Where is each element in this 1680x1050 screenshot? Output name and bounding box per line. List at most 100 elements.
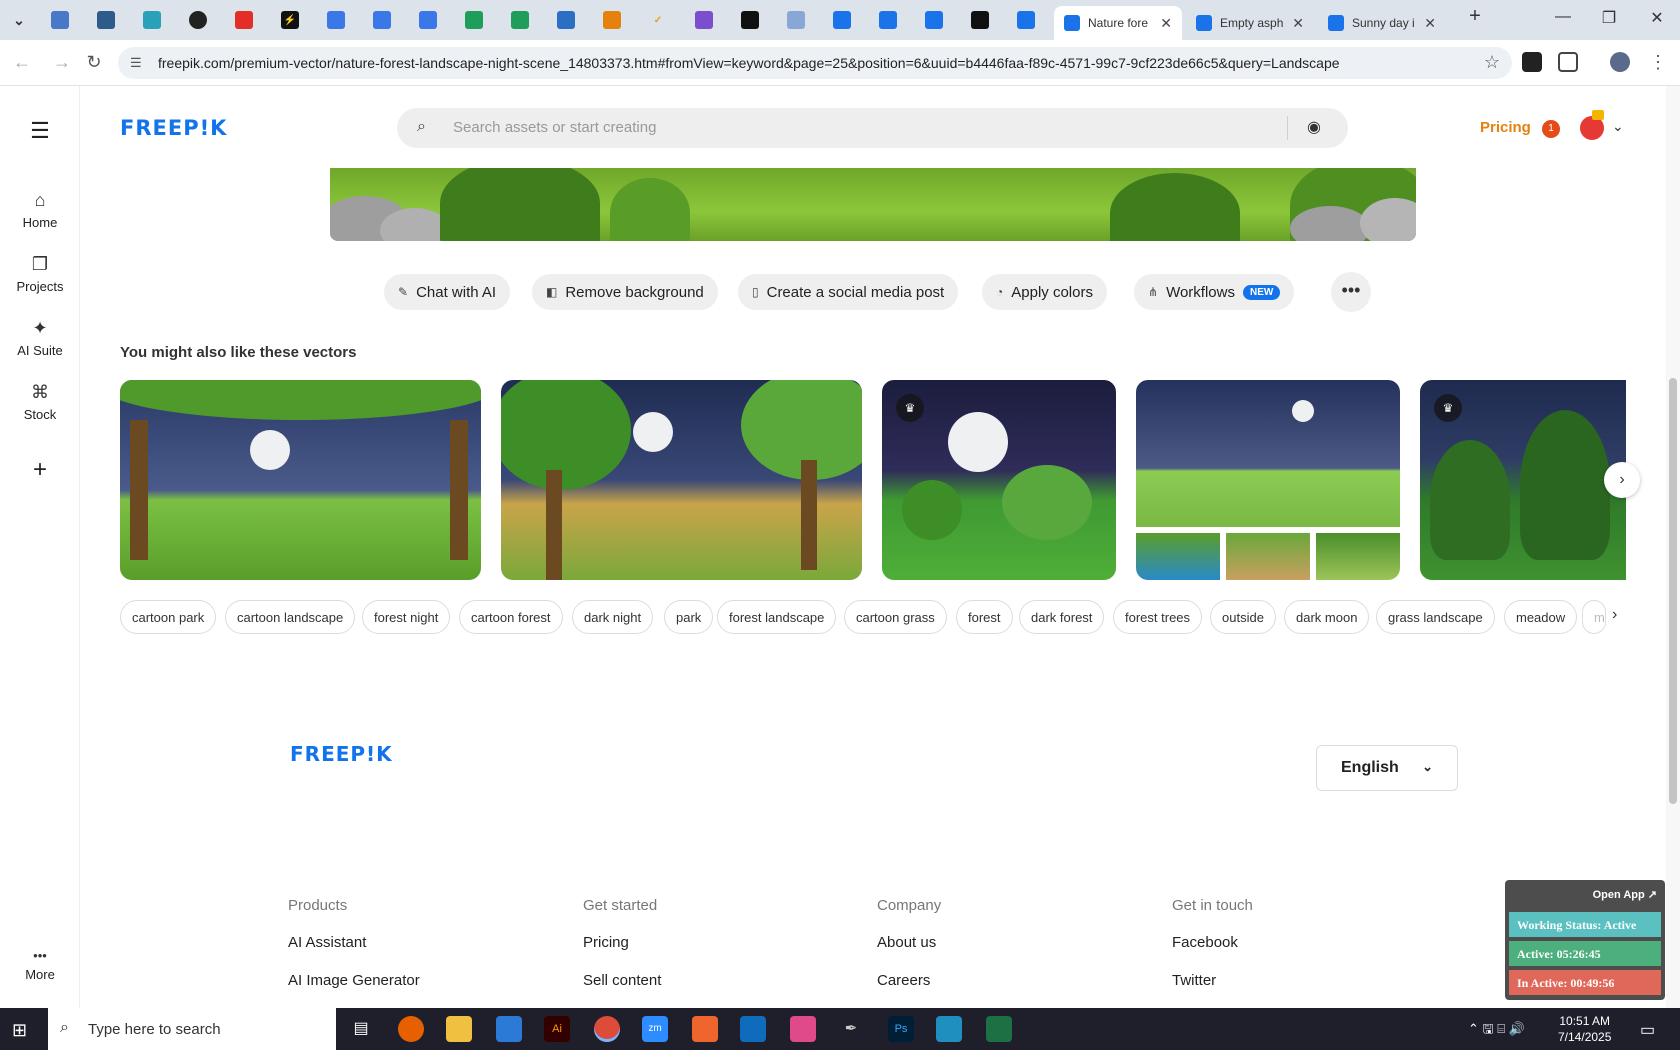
extension-icon[interactable] (1522, 52, 1542, 72)
pinned-tab-icon[interactable] (741, 11, 759, 29)
page-scrollbar[interactable] (1666, 86, 1680, 1008)
site-info-icon[interactable]: ☰ (130, 55, 142, 71)
sheets-tab-icon[interactable] (511, 11, 529, 29)
footer-link[interactable]: Sell content (583, 972, 661, 989)
apply-colors-button[interactable]: ◔ Apply colors (982, 274, 1107, 310)
open-app-link[interactable]: Open App ↗ (1593, 888, 1657, 901)
carousel-next-button[interactable]: › (1604, 462, 1640, 498)
new-tab-button[interactable]: + (1452, 5, 1498, 28)
pinned-tab-icon[interactable] (189, 11, 207, 29)
tags-next-icon[interactable]: › (1612, 606, 1617, 624)
task-view-icon[interactable]: ▤ (348, 1016, 374, 1042)
tag-chip[interactable]: forest landscape (717, 600, 837, 634)
tag-chip[interactable]: cartoon landscape (225, 600, 356, 634)
back-button[interactable]: ← (10, 52, 34, 73)
taskbar-search-input[interactable]: Type here to search (88, 1021, 221, 1038)
tag-chip[interactable]: m (1582, 600, 1606, 634)
docs-tab-icon[interactable] (327, 11, 345, 29)
profile-avatar[interactable] (1610, 52, 1630, 72)
remove-background-button[interactable]: ◧ Remove background (532, 274, 718, 310)
tag-chip[interactable]: cartoon forest (459, 600, 563, 634)
tag-chip[interactable]: meadow (1504, 600, 1578, 634)
footer-freepik-logo[interactable]: FREEP!K (290, 742, 393, 766)
url-field[interactable]: ☰ freepik.com/premium-vector/nature-fore… (118, 47, 1512, 79)
tag-chip[interactable]: dark night (572, 600, 654, 634)
pinned-tab-icon[interactable] (557, 11, 575, 29)
chat-with-ai-button[interactable]: ✎ Chat with AI (384, 274, 511, 310)
chevron-down-icon[interactable]: ⌄ (1612, 118, 1624, 135)
sidebar-item-stock[interactable]: ⌘ Stock (0, 382, 80, 422)
pinned-tab-icon[interactable] (603, 11, 621, 29)
creative-cloud-icon[interactable] (790, 1016, 816, 1042)
freepik-logo[interactable]: FREEP!K (120, 116, 227, 140)
close-tab-icon[interactable]: ✕ (1292, 15, 1304, 32)
pinned-tab-icon[interactable] (925, 11, 943, 29)
minimize-button[interactable]: — (1540, 8, 1586, 26)
tag-chip[interactable]: dark moon (1284, 600, 1370, 634)
app-icon[interactable] (936, 1016, 962, 1042)
sheets-tab-icon[interactable] (465, 11, 483, 29)
browser-menu-icon[interactable]: ⋮ (1646, 52, 1670, 73)
tag-chip[interactable]: outside (1210, 600, 1276, 634)
pinned-tab-icon[interactable] (51, 11, 69, 29)
social-media-post-button[interactable]: ▯ Create a social media post (738, 274, 959, 310)
tag-chip[interactable]: dark forest (1019, 600, 1105, 634)
footer-link[interactable]: Facebook (1172, 934, 1238, 951)
pinned-tab-icon[interactable] (97, 11, 115, 29)
footer-link[interactable]: Careers (877, 972, 930, 989)
pinned-tab-icon[interactable] (833, 11, 851, 29)
youtube-tab-icon[interactable] (235, 11, 253, 29)
xampp-icon[interactable] (692, 1016, 718, 1042)
notification-badge[interactable]: 1 (1542, 120, 1560, 138)
close-window-button[interactable]: ✕ (1634, 8, 1680, 28)
tag-chip[interactable]: cartoon park (120, 600, 217, 634)
illustrator-icon[interactable]: Ai (544, 1016, 570, 1042)
pen-tool-icon[interactable]: ✒ (838, 1016, 864, 1042)
camera-search-icon[interactable]: ◉ (1307, 117, 1321, 137)
footer-link[interactable]: AI Assistant (288, 934, 366, 951)
related-card[interactable] (120, 380, 481, 580)
tag-chip[interactable]: forest (956, 600, 1013, 634)
zoom-icon[interactable]: zm (642, 1016, 668, 1042)
hamburger-menu-icon[interactable]: ☰ (0, 118, 80, 144)
footer-link[interactable]: About us (877, 934, 936, 951)
pinned-tab-icon[interactable] (971, 11, 989, 29)
bookmark-star-icon[interactable]: ☆ (1484, 52, 1500, 73)
pinned-tab-icon[interactable] (143, 11, 161, 29)
pinned-tab-icon[interactable] (787, 11, 805, 29)
workflows-button[interactable]: ⋔ Workflows NEW (1134, 274, 1295, 310)
windows-start-icon[interactable]: ⊞ (12, 1020, 27, 1041)
footer-link[interactable]: Twitter (1172, 972, 1216, 989)
excel-icon[interactable] (986, 1016, 1012, 1042)
taskbar-clock[interactable]: 10:51 AM 7/14/2025 (1558, 1013, 1611, 1045)
sidebar-item-more[interactable]: ••• More (0, 948, 80, 982)
extensions-puzzle-icon[interactable] (1558, 52, 1578, 72)
tab-search-button[interactable]: ⌄ (10, 11, 28, 29)
close-tab-icon[interactable]: ✕ (1424, 15, 1436, 32)
tag-chip[interactable]: forest night (362, 600, 451, 634)
file-explorer-icon[interactable] (446, 1016, 472, 1042)
add-icon[interactable]: + (0, 456, 80, 484)
pinned-tab-icon[interactable] (1017, 11, 1035, 29)
pricing-link[interactable]: Pricing (1480, 119, 1531, 136)
tag-chip[interactable]: park (664, 600, 714, 634)
docs-tab-icon[interactable] (419, 11, 437, 29)
vscode-icon[interactable] (496, 1016, 522, 1042)
tab-sunny-day[interactable]: Sunny day i ✕ (1318, 6, 1446, 40)
chrome-icon[interactable] (594, 1016, 620, 1042)
firefox-icon[interactable] (398, 1016, 424, 1042)
photoshop-icon[interactable]: Ps (888, 1016, 914, 1042)
related-card[interactable] (1136, 380, 1400, 580)
forward-button[interactable]: → (50, 52, 74, 73)
tab-nature-forest[interactable]: Nature fore ✕ (1054, 6, 1182, 40)
scrollbar-thumb[interactable] (1669, 378, 1677, 804)
notification-center-icon[interactable]: ▭ (1640, 1020, 1655, 1040)
pinned-tab-icon[interactable]: ✓ (649, 11, 667, 29)
reload-button[interactable]: ↻ (82, 52, 106, 73)
sidebar-item-ai-suite[interactable]: ✦ AI Suite (0, 318, 80, 358)
related-card[interactable]: ♛ (501, 380, 862, 580)
pinned-tab-icon[interactable]: ⚡ (281, 11, 299, 29)
footer-link[interactable]: Pricing (583, 934, 629, 951)
system-tray[interactable]: ⌃ 🖫 ⌸ 🔊 (1468, 1020, 1525, 1042)
taskbar-search[interactable]: ⌕ Type here to search (48, 1008, 336, 1050)
